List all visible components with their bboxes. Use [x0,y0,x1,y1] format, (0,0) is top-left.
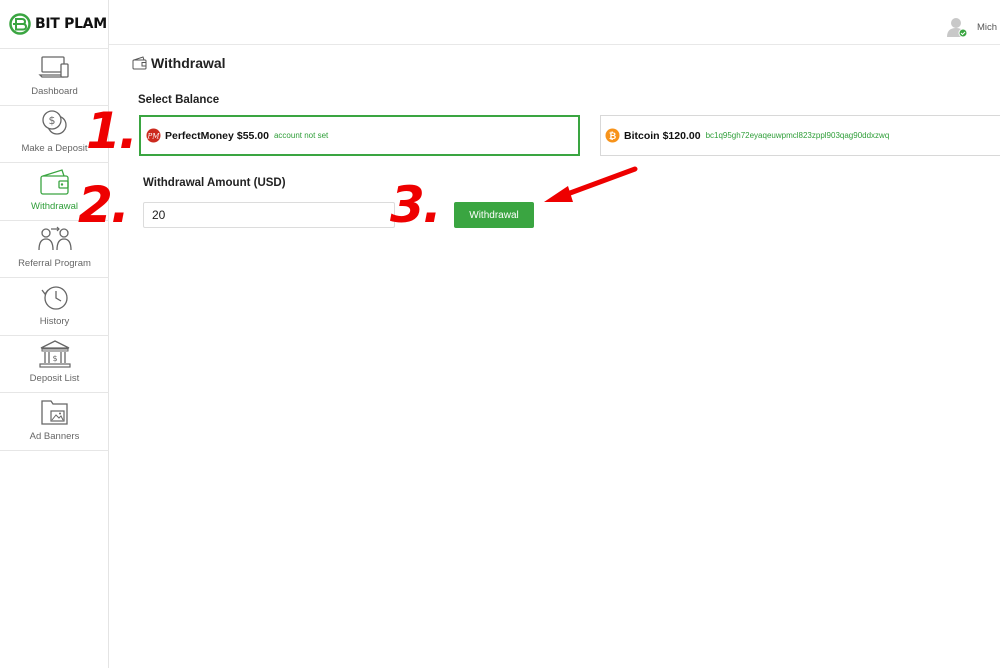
sidebar-item-dashboard[interactable]: Dashboard [0,48,109,106]
annotation-step-3: 3. [390,176,442,234]
laptop-phone-icon [37,55,69,78]
coins-icon: $ [41,110,67,135]
withdrawal-amount-label: Withdrawal Amount (USD) [143,177,286,189]
history-clock-icon [40,285,68,310]
sidebar-item-label: History [39,315,70,327]
svg-text:$: $ [48,114,55,127]
svg-text:PM: PM [147,133,161,141]
svg-text:₿: ₿ [609,131,616,142]
select-balance-label: Select Balance [138,94,220,106]
sidebar-item-label: Make a Deposit [21,143,88,154]
balance-name: PerfectMoney [165,129,234,142]
sidebar-item-deposit-list[interactable]: $ Deposit List [0,336,109,393]
bank-icon: $ [38,340,71,368]
withdrawal-amount-input[interactable] [143,202,395,228]
bitplam-logo-icon [9,13,31,35]
balance-card-perfectmoney[interactable]: PM PerfectMoney $55.00 account not set [139,115,580,156]
annotation-step-2: 2. [78,176,130,234]
sidebar-item-label: Withdrawal [31,200,78,212]
balance-card-bitcoin[interactable]: ₿ Bitcoin $120.00 bc1q95gh72eyaqeuwpmcl8… [600,115,1000,156]
sidebar-item-ad-banners[interactable]: Ad Banners [0,393,109,451]
wallet-icon [39,168,69,195]
balance-amount: $55.00 [236,129,269,142]
sidebar-item-label: Referral Program [18,258,91,269]
page-title-text: Withdrawal [151,55,226,71]
svg-text:$: $ [52,354,57,363]
people-exchange-icon [37,226,72,251]
bitcoin-icon: ₿ [605,128,620,143]
sidebar-item-label: Ad Banners [29,430,80,442]
page-title: Withdrawal [132,55,226,71]
sidebar-item-label: Deposit List [29,373,80,384]
logo[interactable]: BIT PLAM [9,12,107,36]
sidebar: BIT PLAM Dashboard $ Make a Deposit With… [0,0,109,668]
logo-text: BIT PLAM [35,16,107,32]
annotation-step-1: 1. [86,102,138,160]
balance-wallet-address: bc1q95gh72eyaqeuwpmcl823zppl903qag90ddxz… [705,131,890,140]
balance-name: Bitcoin [624,129,660,142]
topbar: Mich [109,0,1000,45]
sidebar-item-history[interactable]: History [0,278,109,336]
user-name: Mich [977,21,998,33]
annotation-arrow-icon [544,166,638,202]
perfectmoney-icon: PM [146,128,161,143]
balance-note: account not set [273,131,329,140]
folder-image-icon [40,399,68,425]
sidebar-item-label: Dashboard [31,85,78,97]
user-menu[interactable]: Mich [946,16,1000,38]
withdrawal-button[interactable]: Withdrawal [454,202,534,228]
avatar [947,18,968,38]
wallet-icon [132,56,147,70]
balance-amount: $120.00 [662,129,701,142]
